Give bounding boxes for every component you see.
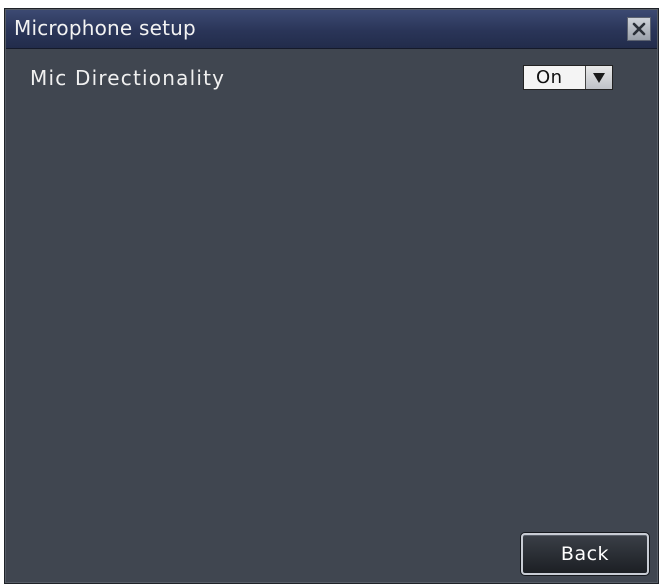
mic-directionality-select[interactable]: On	[523, 65, 613, 90]
mic-directionality-label: Mic Directionality	[30, 66, 226, 90]
back-button[interactable]: Back	[521, 533, 649, 575]
window-title: Microphone setup	[14, 16, 196, 40]
mic-directionality-value: On	[524, 66, 585, 89]
dropdown-arrow-icon	[585, 66, 612, 89]
close-icon	[632, 22, 646, 36]
microphone-setup-dialog: Microphone setup Mic Directionality On B…	[4, 8, 659, 584]
close-button[interactable]	[627, 17, 651, 41]
title-bar: Microphone setup	[6, 10, 657, 49]
mic-directionality-row: Mic Directionality On	[30, 64, 613, 94]
